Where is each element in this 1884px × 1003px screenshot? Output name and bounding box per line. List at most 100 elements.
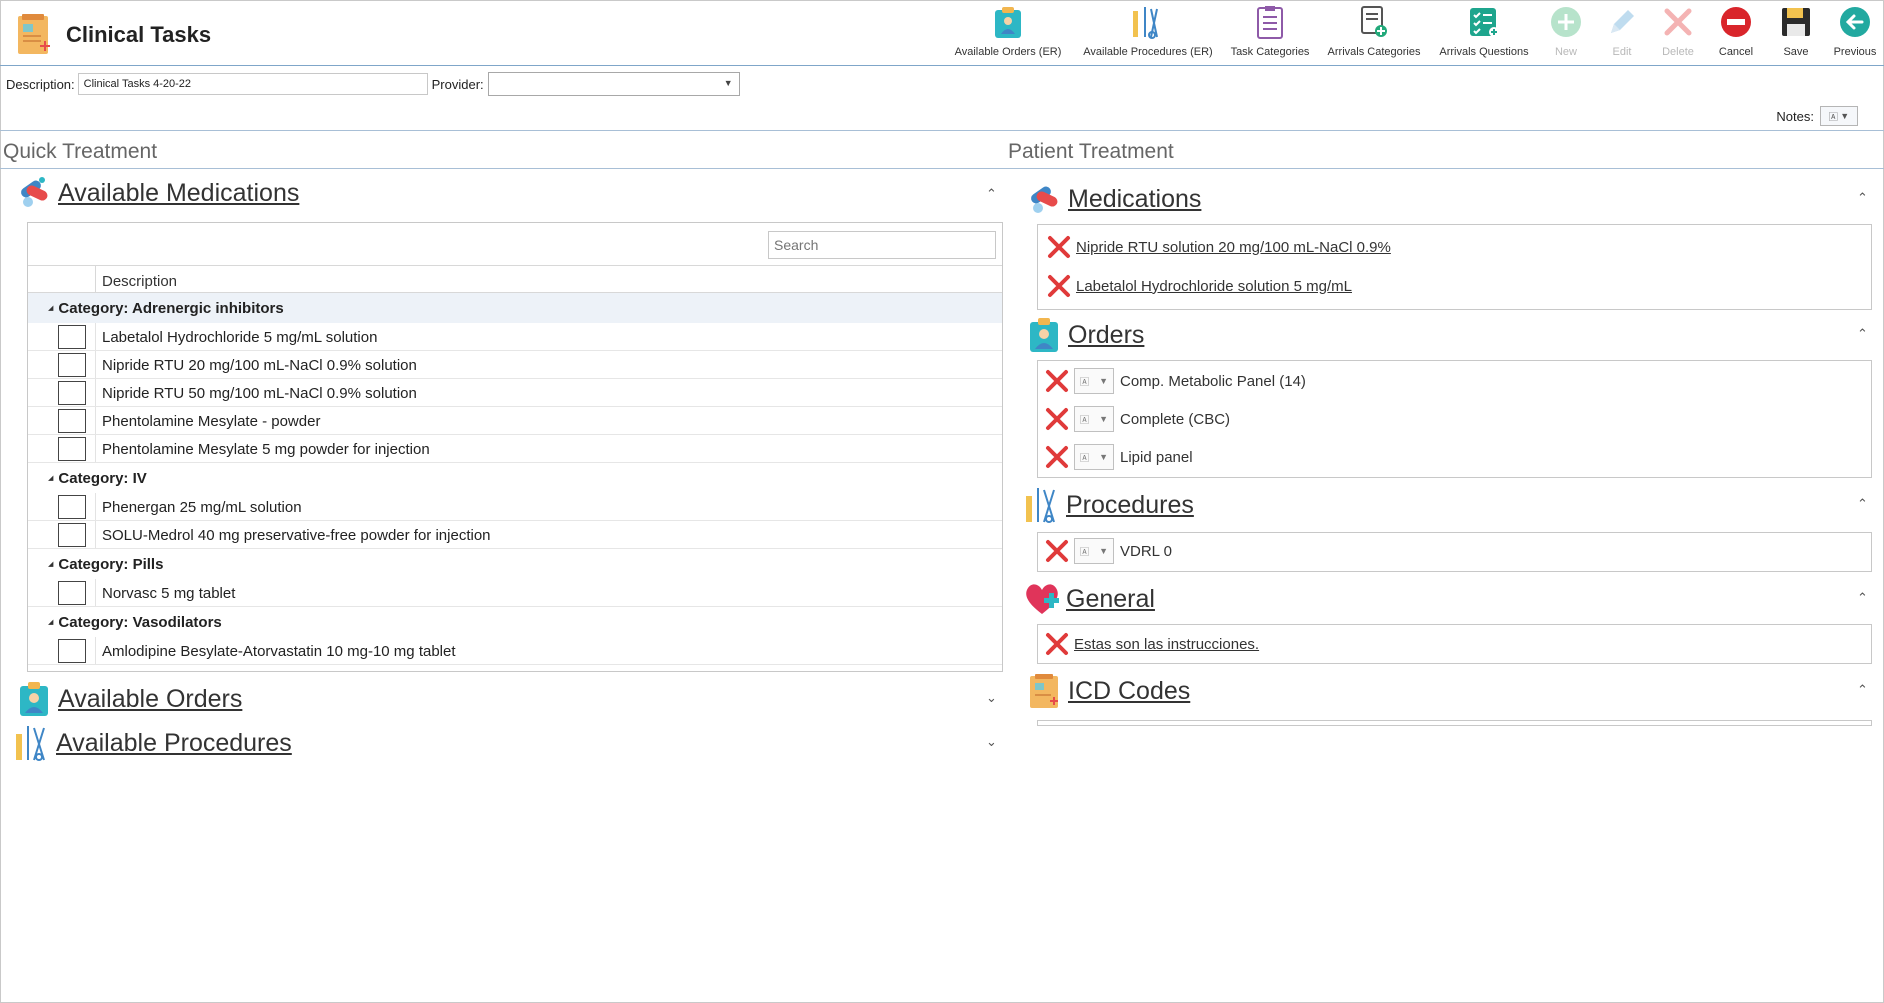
row-checkbox[interactable]: [58, 523, 86, 547]
notes-dropdown[interactable]: 🄰 ▼: [1074, 406, 1114, 432]
chevron-up-icon[interactable]: ⌃: [1857, 590, 1868, 606]
category-label: Category: Adrenergic inhibitors: [58, 299, 284, 317]
chevron-up-icon[interactable]: ⌃: [1857, 190, 1868, 206]
remove-x-icon[interactable]: [1044, 368, 1070, 394]
chevron-down-icon: ▼: [1099, 452, 1108, 462]
collapse-triangle-icon[interactable]: ◢: [48, 304, 53, 312]
available-procedures-header[interactable]: Available Procedures: [14, 724, 292, 762]
medical-record-icon: [1030, 674, 1058, 708]
row-checkbox[interactable]: [58, 495, 86, 519]
orders-title: Orders: [1068, 320, 1145, 349]
available-orders-button[interactable]: Available Orders (ER): [942, 2, 1074, 64]
grid-header: Description: [28, 265, 1002, 293]
category-row[interactable]: ◢ Category: Adrenergic inhibitors: [28, 293, 1002, 323]
available-orders-title: Available Orders: [58, 684, 243, 713]
description-field[interactable]: [77, 73, 428, 95]
medication-name: Norvasc 5 mg tablet: [102, 585, 236, 602]
column-separator: [95, 379, 96, 406]
clinical-tasks-app-icon: [18, 14, 50, 54]
chevron-down-icon: ▼: [1099, 376, 1108, 386]
medication-link[interactable]: Nipride RTU solution 20 mg/100 mL-NaCl 0…: [1076, 239, 1391, 256]
plus-circle-icon: [1549, 4, 1583, 40]
general-header[interactable]: General: [1024, 580, 1155, 618]
previous-button[interactable]: Previous: [1826, 2, 1884, 64]
save-button[interactable]: Save: [1766, 2, 1826, 64]
notes-dropdown[interactable]: 🄰 ▼: [1074, 538, 1114, 564]
row-checkbox[interactable]: [58, 381, 86, 405]
column-separator: [95, 351, 96, 378]
clipboard-order-icon: [1030, 318, 1058, 352]
procedure-label: VDRL 0: [1120, 542, 1172, 560]
remove-x-icon[interactable]: [1044, 406, 1070, 432]
new-button[interactable]: New: [1538, 2, 1594, 64]
chevron-down-icon[interactable]: ⌄: [986, 690, 997, 706]
collapse-triangle-icon[interactable]: ◢: [48, 618, 53, 626]
category-row[interactable]: ◢ Category: Vasodilators: [28, 607, 1002, 637]
chevron-up-icon[interactable]: ⌃: [1857, 496, 1868, 512]
remove-x-icon[interactable]: [1044, 444, 1070, 470]
pencil-icon: [1605, 4, 1639, 40]
edit-button[interactable]: Edit: [1594, 2, 1650, 64]
row-checkbox[interactable]: [58, 639, 86, 663]
document-add-icon: [1357, 4, 1391, 40]
description-row: Description: Provider: ▼: [0, 72, 740, 96]
medication-name: Labetalol Hydrochloride 5 mg/mL solution: [102, 329, 378, 346]
chevron-up-icon[interactable]: ⌃: [986, 186, 997, 202]
remove-x-icon[interactable]: [1044, 631, 1070, 657]
row-checkbox[interactable]: [58, 353, 86, 377]
provider-label: Provider:: [431, 76, 484, 92]
available-orders-header[interactable]: Available Orders: [16, 680, 242, 718]
chevron-up-icon[interactable]: ⌃: [1857, 682, 1868, 698]
category-row[interactable]: ◢ Category: Pills: [28, 549, 1002, 579]
row-checkbox[interactable]: [58, 581, 86, 605]
procedures-header[interactable]: Procedures: [1024, 486, 1194, 524]
column-description-header[interactable]: Description: [102, 273, 177, 290]
page-title: Clinical Tasks: [66, 22, 212, 47]
provider-select[interactable]: ▼: [487, 72, 740, 96]
arrivals-categories-button[interactable]: Arrivals Categories: [1318, 2, 1430, 64]
chevron-down-icon: ▼: [1099, 414, 1108, 424]
notes-dropdown[interactable]: 🄰 ▼: [1074, 368, 1114, 394]
table-row: Nipride RTU 50 mg/100 mL-NaCl 0.9% solut…: [28, 379, 1002, 407]
search-input[interactable]: [768, 231, 996, 259]
collapse-triangle-icon[interactable]: ◢: [48, 474, 53, 482]
row-checkbox[interactable]: [58, 437, 86, 461]
notes-dropdown[interactable]: 🄰 ▼: [1074, 444, 1114, 470]
divider: [0, 130, 1884, 131]
medication-link[interactable]: Labetalol Hydrochloride solution 5 mg/mL: [1076, 278, 1352, 295]
row-checkbox[interactable]: [58, 409, 86, 433]
column-separator: [95, 579, 96, 606]
list-item: 🄰 ▼ Comp. Metabolic Panel (14): [1044, 368, 1306, 394]
row-checkbox[interactable]: [58, 325, 86, 349]
remove-x-icon[interactable]: [1044, 538, 1070, 564]
category-row[interactable]: ◢ Category: IV: [28, 463, 1002, 493]
collapse-triangle-icon[interactable]: ◢: [48, 560, 53, 568]
task-categories-button[interactable]: Task Categories: [1222, 2, 1318, 64]
available-medications-header[interactable]: Available Medications: [16, 174, 299, 212]
chevron-down-icon[interactable]: ⌄: [986, 734, 997, 750]
instruction-link[interactable]: Estas son las instrucciones.: [1074, 636, 1259, 653]
table-row: Phenergan 25 mg/mL solution: [28, 493, 1002, 521]
table-row: Labetalol Hydrochloride 5 mg/mL solution: [28, 323, 1002, 351]
order-label: Complete (CBC): [1120, 410, 1231, 428]
chevron-up-icon[interactable]: ⌃: [1857, 326, 1868, 342]
delete-button[interactable]: Delete: [1650, 2, 1706, 64]
surgical-tools-icon: [16, 726, 45, 761]
heart-plus-icon: [1026, 584, 1059, 614]
medication-name: Nipride RTU 20 mg/100 mL-NaCl 0.9% solut…: [102, 357, 417, 374]
description-label: Description:: [6, 76, 75, 92]
remove-x-icon[interactable]: [1046, 273, 1072, 299]
orders-header[interactable]: Orders: [1026, 316, 1144, 354]
medications-header[interactable]: Medications: [1026, 180, 1201, 218]
remove-x-icon[interactable]: [1046, 234, 1072, 260]
pills-icon: [1031, 186, 1058, 213]
icd-codes-header[interactable]: ICD Codes: [1026, 672, 1190, 710]
notes-dropdown[interactable]: 🄰 ▼: [1820, 106, 1858, 126]
general-title: General: [1066, 584, 1155, 613]
available-procedures-button[interactable]: Available Procedures (ER): [1074, 2, 1222, 64]
arrivals-questions-button[interactable]: Arrivals Questions: [1430, 2, 1538, 64]
medication-name: Phenergan 25 mg/mL solution: [102, 499, 302, 516]
medications-title: Medications: [1068, 184, 1202, 213]
cancel-button[interactable]: Cancel: [1706, 2, 1766, 64]
chevron-down-icon: ▼: [1099, 546, 1108, 556]
